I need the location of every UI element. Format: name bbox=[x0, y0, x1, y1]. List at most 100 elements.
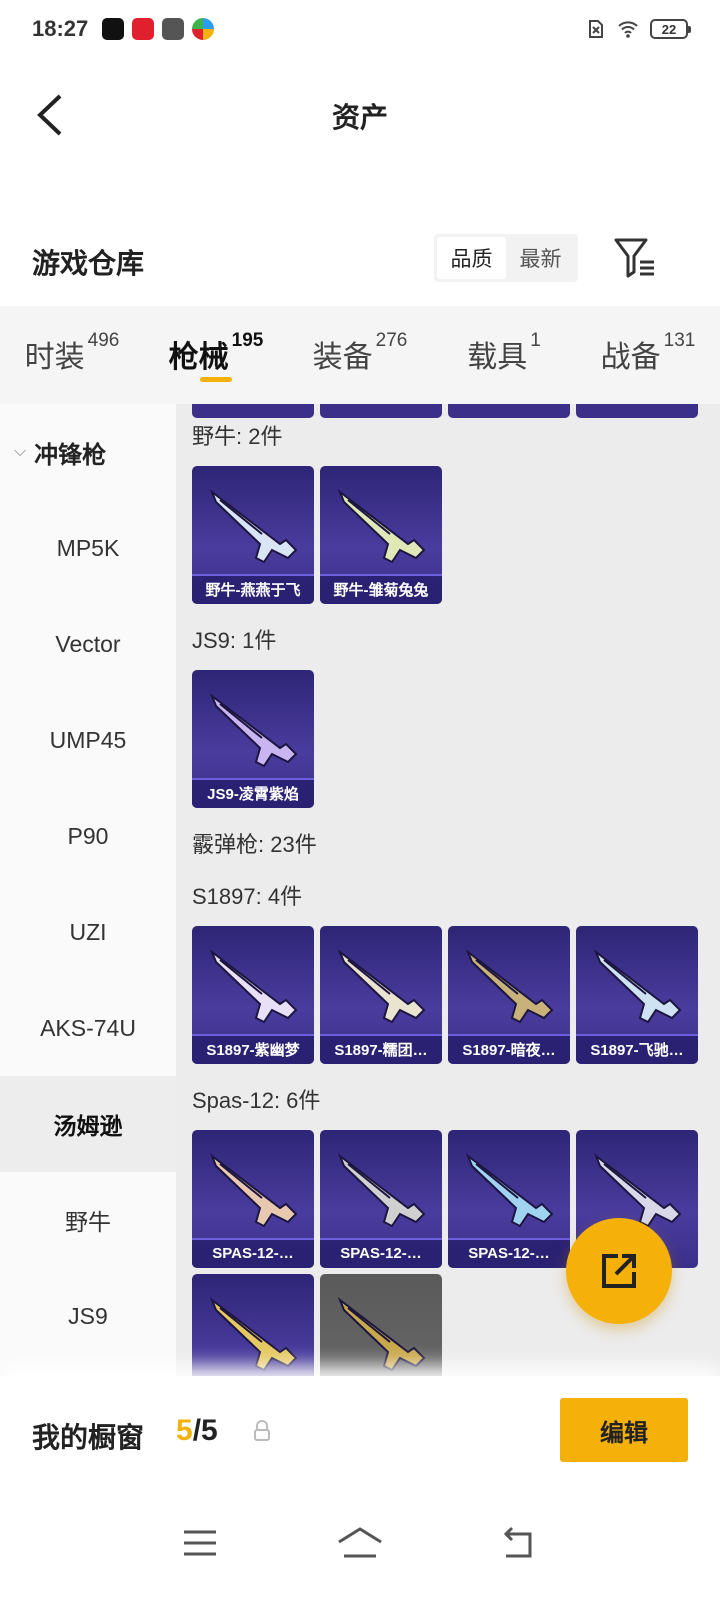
back-nav-icon bbox=[503, 1526, 532, 1558]
share-icon bbox=[602, 1254, 636, 1288]
sidebar-item-uzi[interactable]: UZI bbox=[0, 884, 176, 980]
weapon-skin-image bbox=[209, 1296, 298, 1372]
sidebar-item-vector[interactable]: Vector bbox=[0, 596, 176, 692]
status-time: 18:27 bbox=[32, 16, 89, 41]
filter-button[interactable] bbox=[612, 236, 660, 280]
home-button[interactable] bbox=[330, 1518, 390, 1568]
tab-label: 时装 bbox=[24, 341, 85, 374]
tab-firearms[interactable]: 枪械 195 bbox=[144, 306, 288, 404]
showcase-label: 我的橱窗 bbox=[32, 1422, 145, 1453]
item-card-partial[interactable] bbox=[576, 404, 698, 418]
item-card[interactable]: SPAS-12-… bbox=[320, 1130, 442, 1268]
tab-count: 131 bbox=[663, 330, 696, 351]
warehouse-header: 游戏仓库 品质 最新 bbox=[0, 230, 720, 290]
item-card-label: SPAS-12-… bbox=[320, 1238, 442, 1268]
previous-row-cards bbox=[176, 404, 720, 418]
item-card-label: S1897-暗夜… bbox=[448, 1034, 570, 1064]
douyin-app-icon bbox=[102, 18, 125, 40]
weapon-skin-image bbox=[209, 1152, 298, 1228]
no-sim-icon bbox=[589, 20, 603, 38]
item-card[interactable]: 野牛-燕燕于飞 bbox=[192, 466, 314, 604]
tab-label: 战备 bbox=[600, 341, 661, 374]
weapon-skin-image bbox=[209, 692, 298, 768]
card-app-icon bbox=[162, 18, 185, 40]
item-group-title: Spas-12: 6件 bbox=[192, 1088, 321, 1113]
item-group-title: 野牛: 2件 bbox=[192, 424, 283, 449]
weapon-skin-image bbox=[337, 1296, 426, 1372]
category-tabs: 时装 496 枪械 195 装备 276 载具 1 战备 131 bbox=[0, 306, 720, 404]
status-right: 22 bbox=[586, 19, 691, 39]
item-group-title: S1897: 4件 bbox=[192, 884, 303, 909]
tab-label: 载具 bbox=[467, 341, 528, 374]
tab-count: 1 bbox=[530, 330, 541, 351]
showcase-bar: 我的橱窗 5/5 编辑 bbox=[0, 1376, 720, 1486]
sidebar-item-thompson[interactable]: 汤姆逊 bbox=[0, 1076, 176, 1172]
item-card[interactable]: 野牛-雏菊兔兔 bbox=[320, 466, 442, 604]
weapon-skin-image bbox=[209, 488, 298, 564]
tab-count: 276 bbox=[375, 330, 408, 351]
item-card[interactable]: JS9-凌霄紫焰 bbox=[192, 670, 314, 808]
status-app-icons bbox=[102, 18, 215, 40]
showcase-current: 5 bbox=[176, 1414, 193, 1447]
sidebar-item-js9[interactable]: JS9 bbox=[0, 1268, 176, 1364]
page-title: 资产 bbox=[331, 102, 388, 133]
weapon-skin-image bbox=[337, 488, 426, 564]
item-card-label: S1897-飞驰… bbox=[576, 1034, 698, 1064]
sidebar-group-label: 冲锋枪 bbox=[34, 441, 107, 469]
item-card-label: S1897-紫幽梦 bbox=[192, 1034, 314, 1064]
back-nav-button[interactable] bbox=[490, 1518, 550, 1568]
warehouse-title: 游戏仓库 bbox=[32, 248, 145, 279]
tab-equipment[interactable]: 装备 276 bbox=[288, 306, 432, 404]
sort-quality-option[interactable]: 品质 bbox=[437, 237, 506, 279]
sidebar-group-smg[interactable]: ⌵ 冲锋枪 bbox=[0, 404, 176, 500]
weapon-skin-image bbox=[465, 948, 554, 1024]
sidebar-item-aks74u[interactable]: AKS-74U bbox=[0, 980, 176, 1076]
tab-vehicles[interactable]: 载具 1 bbox=[432, 306, 576, 404]
item-card[interactable]: S1897-飞驰… bbox=[576, 926, 698, 1064]
item-group-title: 霰弹枪: 23件 bbox=[192, 832, 317, 857]
item-grid: JS9-凌霄紫焰 bbox=[176, 670, 720, 808]
item-card-label: JS9-凌霄紫焰 bbox=[192, 778, 314, 808]
filter-icon bbox=[614, 238, 654, 278]
item-card[interactable]: S1897-暗夜… bbox=[448, 926, 570, 1064]
home-icon bbox=[338, 1527, 382, 1558]
tab-fashion[interactable]: 时装 496 bbox=[0, 306, 144, 404]
share-button[interactable] bbox=[566, 1218, 672, 1324]
tab-count: 195 bbox=[231, 330, 264, 351]
item-card[interactable]: S1897-糯团… bbox=[320, 926, 442, 1064]
wifi-icon bbox=[618, 21, 638, 38]
tab-label: 枪械 bbox=[168, 341, 229, 374]
sidebar-item-p90[interactable]: P90 bbox=[0, 788, 176, 884]
tab-supplies[interactable]: 战备 131 bbox=[576, 306, 720, 404]
item-card-partial[interactable] bbox=[192, 404, 314, 418]
item-card[interactable]: SPAS-12-… bbox=[448, 1130, 570, 1268]
showcase-total: /5 bbox=[192, 1414, 218, 1447]
item-card-label: 野牛-燕燕于飞 bbox=[192, 574, 314, 604]
weapon-skin-image bbox=[593, 948, 682, 1024]
sidebar-item-ump45[interactable]: UMP45 bbox=[0, 692, 176, 788]
sidebar-item-bizon[interactable]: 野牛 bbox=[0, 1172, 176, 1268]
tmall-app-icon bbox=[132, 18, 155, 40]
sort-newest-option[interactable]: 最新 bbox=[506, 237, 575, 279]
item-card-partial[interactable] bbox=[448, 404, 570, 418]
system-nav-bar bbox=[0, 1486, 720, 1600]
item-card[interactable]: S1897-紫幽梦 bbox=[192, 926, 314, 1064]
item-card-label: 野牛-雏菊兔兔 bbox=[320, 574, 442, 604]
sidebar-item-mp5k[interactable]: MP5K bbox=[0, 500, 176, 596]
chevron-down-icon: ⌵ bbox=[14, 443, 27, 460]
lock-icon bbox=[254, 1420, 270, 1441]
item-card[interactable]: SPAS-12-… bbox=[192, 1130, 314, 1268]
item-card-label: SPAS-12-… bbox=[192, 1238, 314, 1268]
menu-button[interactable] bbox=[170, 1518, 230, 1568]
item-grid: 野牛-燕燕于飞 野牛-雏菊兔兔 bbox=[176, 466, 720, 604]
showcase-count: 5/5 bbox=[176, 1414, 218, 1448]
active-tab-indicator bbox=[200, 377, 232, 382]
tab-count: 496 bbox=[87, 330, 120, 351]
battery-indicator: 22 bbox=[650, 19, 691, 39]
edit-button[interactable]: 编辑 bbox=[560, 1398, 688, 1462]
item-card-partial[interactable] bbox=[320, 404, 442, 418]
weapon-skin-image bbox=[209, 948, 298, 1024]
sort-toggle: 品质 最新 bbox=[434, 234, 578, 282]
item-grid: S1897-紫幽梦 S1897-糯团… S1897-暗夜… S1897-飞驰… bbox=[176, 926, 720, 1064]
header: 资产 bbox=[0, 80, 720, 150]
